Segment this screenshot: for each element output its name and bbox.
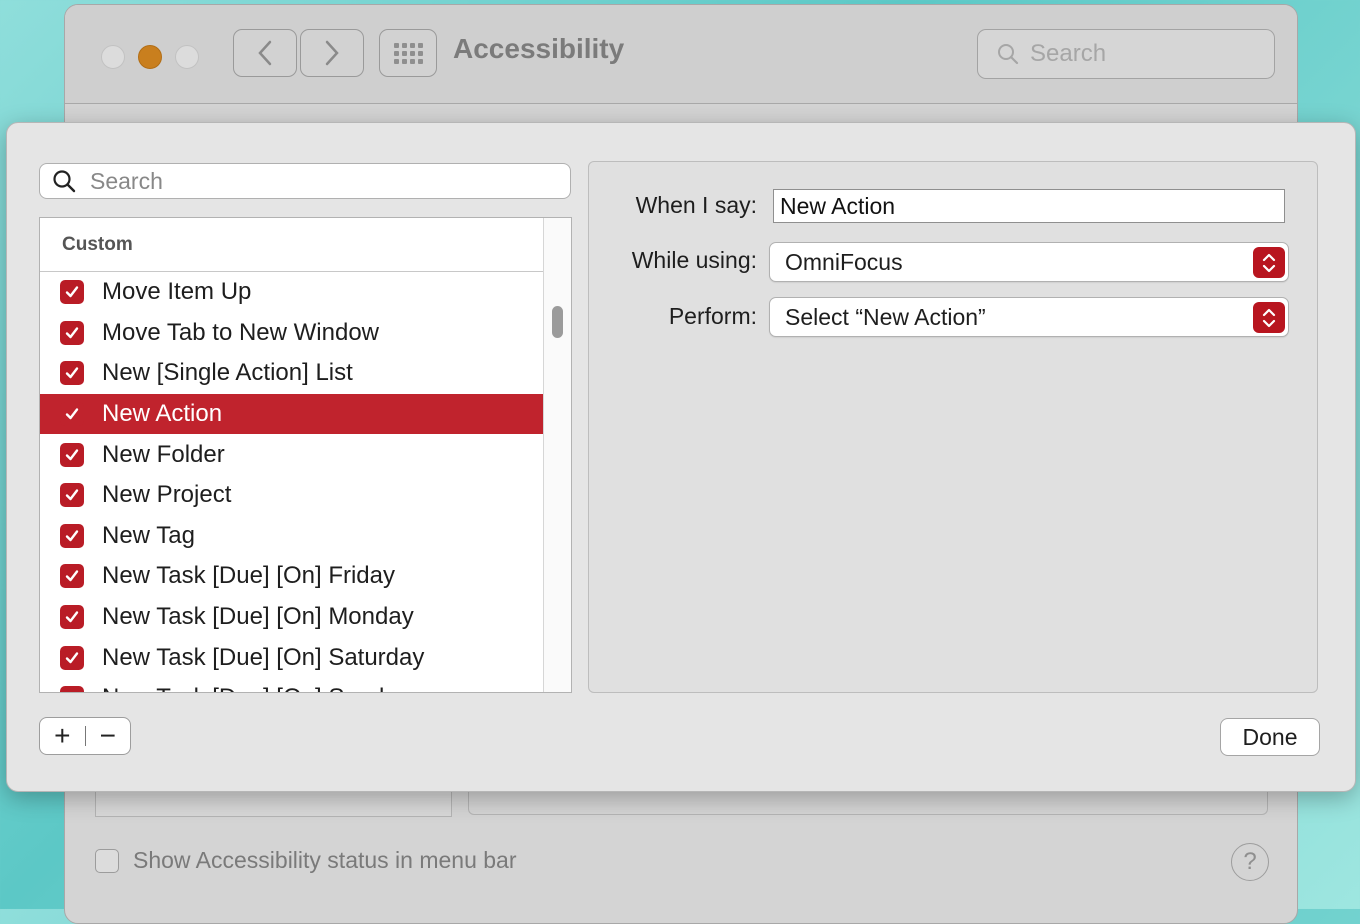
command-checkbox[interactable] — [60, 645, 84, 670]
checkmark-icon — [65, 408, 79, 420]
status-checkbox[interactable] — [95, 848, 119, 873]
command-checkbox[interactable] — [60, 523, 84, 548]
command-label: New Task [Due] [On] Monday — [102, 603, 414, 631]
checkmark-icon — [65, 367, 79, 379]
command-label: New Task [Due] [On] Saturday — [102, 643, 425, 671]
while-using-popup[interactable]: OmniFocus — [769, 242, 1289, 282]
command-checkbox[interactable] — [60, 361, 84, 386]
search-icon — [998, 44, 1019, 65]
command-label: New Task [Due] [On] Sunday — [102, 684, 410, 692]
perform-popup[interactable]: Select “New Action” — [769, 297, 1289, 337]
close-button[interactable] — [101, 45, 125, 69]
command-checkbox[interactable] — [60, 605, 84, 630]
list-item[interactable]: New Task [Due] [On] Friday — [40, 556, 544, 597]
window-titlebar: Accessibility Search — [65, 5, 1297, 104]
command-label: New Project — [102, 481, 232, 509]
perform-value: Select “New Action” — [785, 303, 986, 330]
while-using-label: While using: — [631, 247, 757, 273]
checkmark-icon — [65, 570, 79, 582]
search-icon — [53, 170, 76, 193]
remove-command-button[interactable]: − — [85, 718, 130, 754]
perform-label: Perform: — [668, 303, 757, 329]
preferences-search-field[interactable]: Search — [977, 29, 1275, 79]
commands-search-input[interactable] — [88, 166, 532, 196]
command-checkbox[interactable] — [60, 442, 84, 467]
list-item[interactable]: New Task [Due] [On] Sunday — [40, 678, 544, 692]
zoom-button[interactable] — [175, 45, 199, 69]
command-checkbox[interactable] — [60, 686, 84, 692]
list-item[interactable]: New Task [Due] [On] Saturday — [40, 637, 544, 678]
help-button[interactable]: ? — [1231, 843, 1269, 881]
chevron-left-icon — [258, 40, 272, 66]
list-item[interactable]: Move Tab to New Window — [40, 313, 544, 354]
add-remove-control: + − — [39, 717, 131, 755]
forward-button[interactable] — [300, 29, 364, 77]
window-title: Accessibility — [453, 33, 625, 64]
commands-list-content: Custom Move Item Up Move Tab to New Windo… — [40, 218, 544, 692]
list-item[interactable]: New [Single Action] List — [40, 353, 544, 394]
search-placeholder: Search — [1030, 40, 1107, 67]
while-using-value: OmniFocus — [785, 248, 903, 275]
list-item[interactable]: New Tag — [40, 516, 544, 557]
when-i-say-label: When I say: — [635, 192, 757, 218]
command-label: New Task [Due] [On] Friday — [102, 562, 395, 590]
done-button[interactable]: Done — [1220, 718, 1320, 756]
list-item[interactable]: Move Item Up — [40, 272, 544, 313]
status-menu-option[interactable]: Show Accessibility status in menu bar — [95, 847, 517, 874]
list-item[interactable]: New Action — [40, 393, 544, 435]
list-item[interactable]: New Task [Due] [On] Monday — [40, 597, 544, 638]
command-label: New Action — [102, 400, 223, 428]
checkmark-icon — [65, 448, 79, 460]
commands-list[interactable]: Custom Move Item Up Move Tab to New Windo… — [39, 217, 572, 693]
command-checkbox[interactable] — [60, 280, 84, 305]
back-button[interactable] — [233, 29, 297, 77]
add-command-button[interactable]: + — [40, 718, 85, 754]
checkmark-icon — [64, 690, 80, 692]
when-i-say-input[interactable] — [773, 189, 1285, 223]
status-checkbox-label: Show Accessibility status in menu bar — [133, 847, 517, 873]
command-items: Move Item Up Move Tab to New Window New [S… — [40, 272, 544, 692]
checkmark-icon — [65, 489, 79, 501]
show-all-button[interactable] — [379, 29, 437, 77]
command-label: New [Single Action] List — [102, 359, 353, 387]
command-label: Move Item Up — [102, 278, 252, 306]
command-checkbox[interactable] — [60, 320, 84, 345]
list-section-header: Custom — [40, 218, 544, 272]
list-item[interactable]: New Project — [40, 475, 544, 516]
command-checkbox[interactable] — [60, 564, 84, 589]
command-label: New Tag — [102, 521, 195, 549]
command-label: New Folder — [102, 440, 225, 468]
checkmark-icon — [65, 611, 79, 623]
list-item[interactable]: New Folder — [40, 434, 544, 475]
checkmark-icon — [65, 530, 79, 542]
list-scrollbar[interactable] — [543, 218, 571, 692]
command-label: Move Tab to New Window — [102, 318, 380, 346]
command-detail-pane: When I say: While using: OmniFocus Perfo… — [588, 161, 1318, 693]
background-panels — [95, 783, 1275, 819]
up-down-arrows-icon — [1253, 302, 1285, 333]
chevron-right-icon — [325, 40, 339, 66]
checkmark-icon — [65, 327, 79, 339]
minimize-button[interactable] — [138, 45, 162, 69]
grid-icon — [393, 42, 423, 64]
commands-sheet: Custom Move Item Up Move Tab to New Windo… — [6, 122, 1356, 792]
scrollbar-thumb[interactable] — [552, 306, 563, 338]
command-checkbox[interactable] — [60, 402, 84, 427]
up-down-arrows-icon — [1253, 247, 1285, 278]
checkmark-icon — [65, 651, 79, 663]
commands-search[interactable] — [39, 163, 571, 199]
command-checkbox[interactable] — [60, 483, 84, 508]
checkmark-icon — [65, 286, 79, 298]
